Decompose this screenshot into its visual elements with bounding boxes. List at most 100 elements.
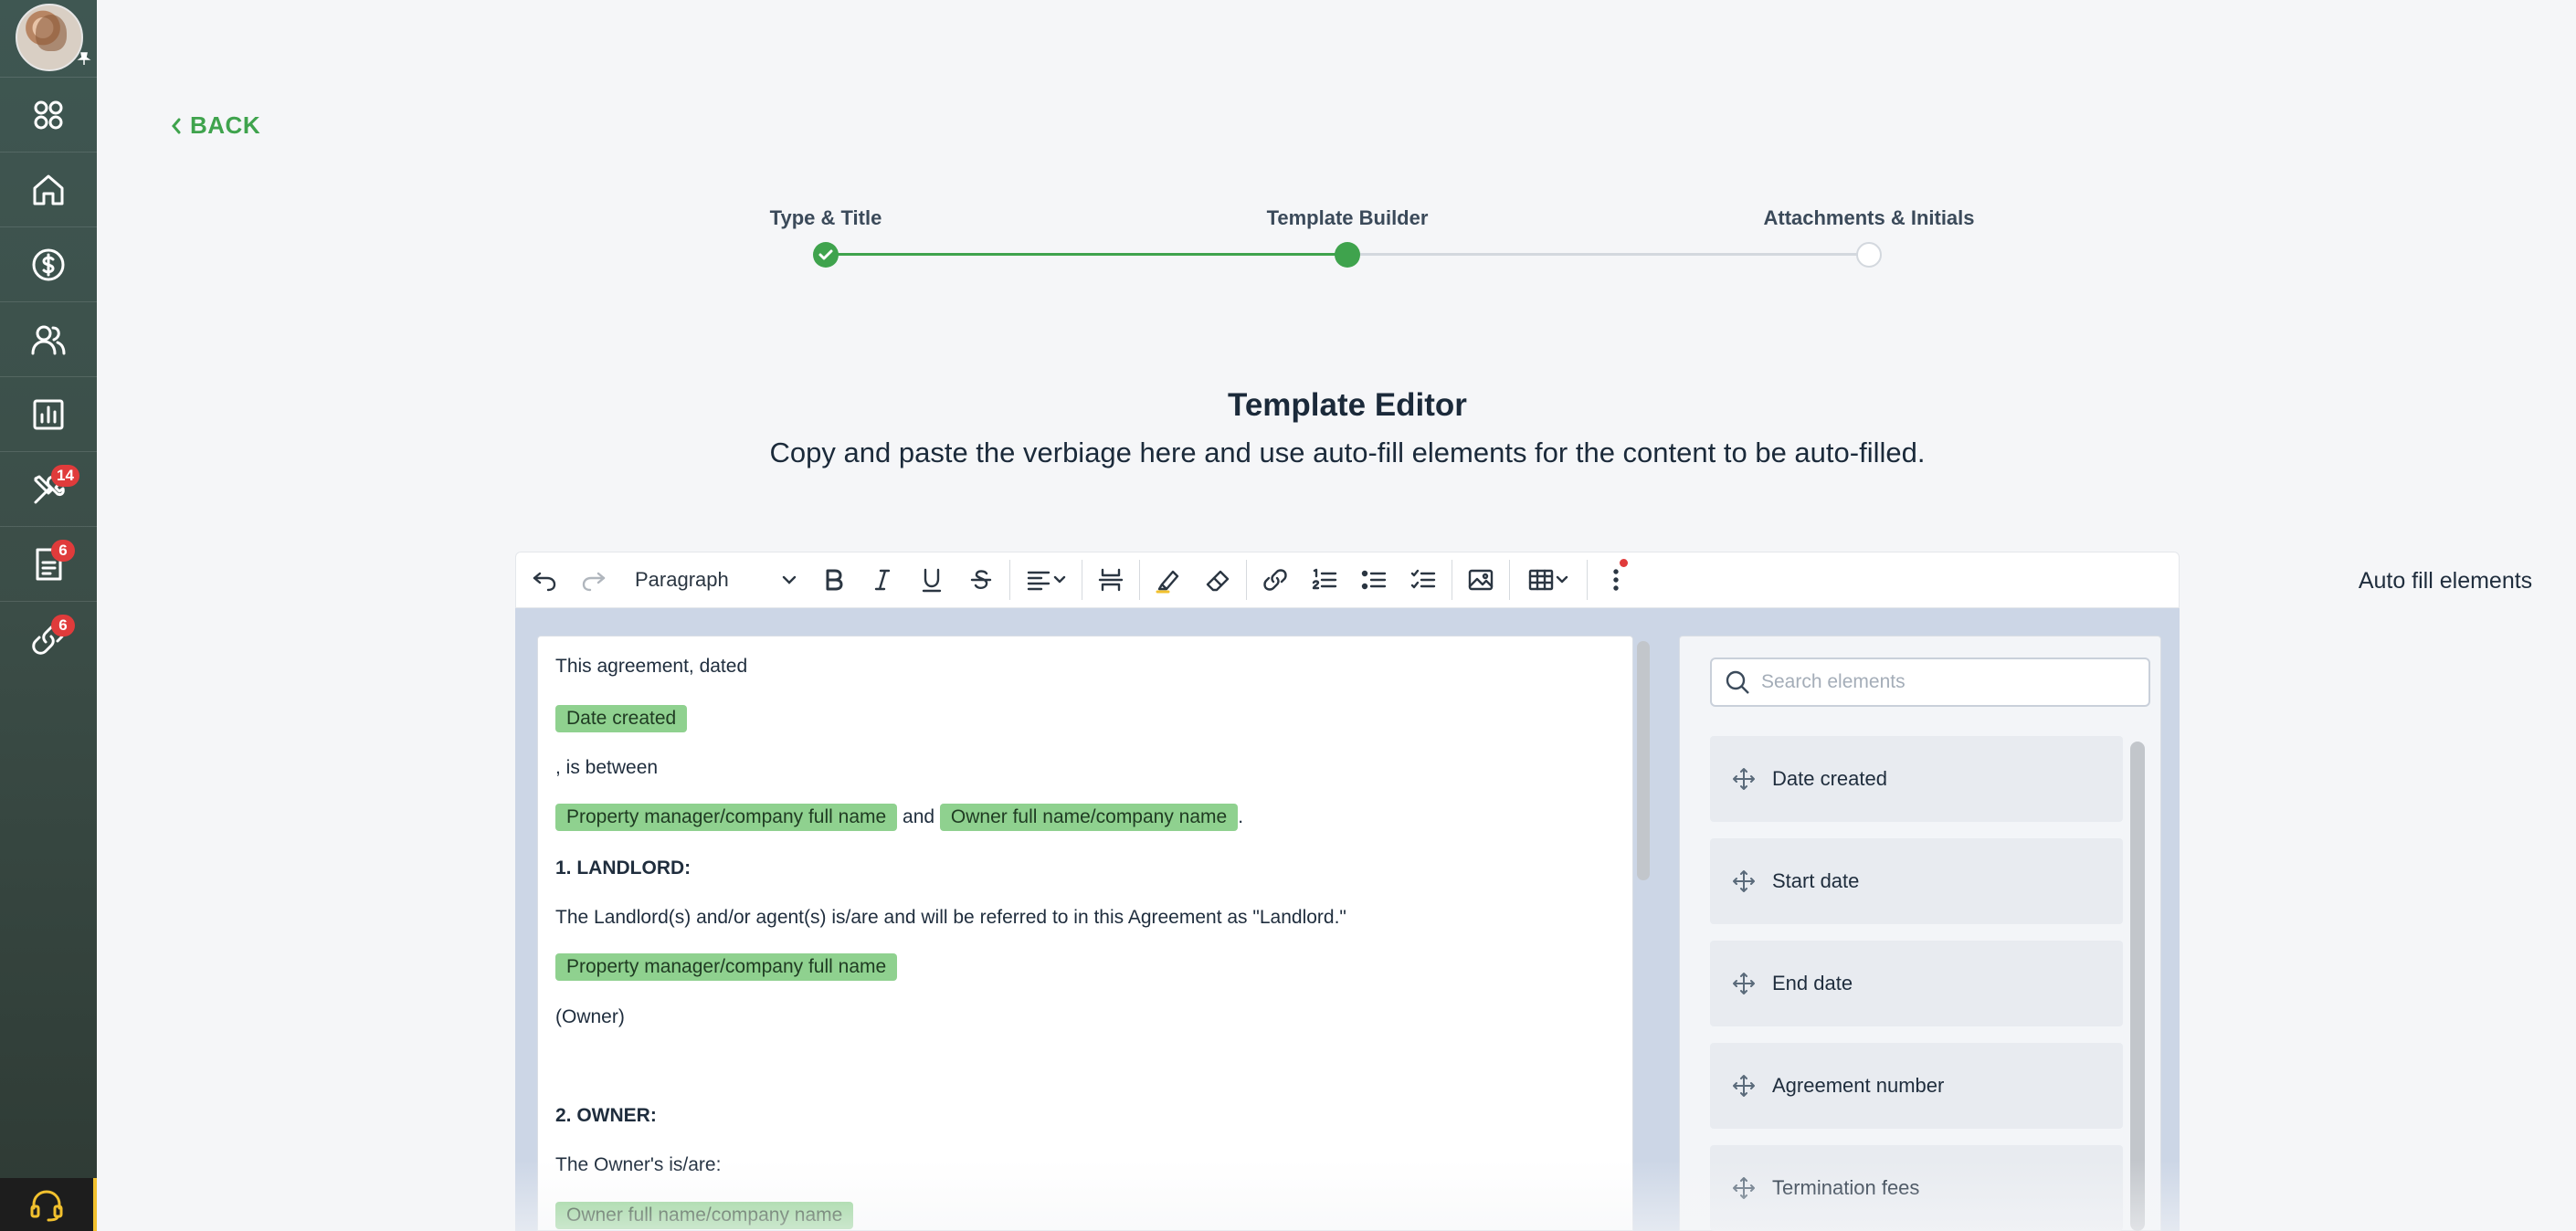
paragraph-style-value: Paragraph xyxy=(635,568,729,591)
back-link[interactable]: BACK xyxy=(170,111,260,140)
eraser-icon xyxy=(1206,570,1230,592)
toolbar-divider xyxy=(1587,560,1588,600)
document-scrollbar[interactable] xyxy=(1637,641,1650,880)
strikethrough-button[interactable] xyxy=(956,552,1006,608)
sidebar-item-finance[interactable] xyxy=(0,226,97,301)
search-input[interactable] xyxy=(1761,671,2127,693)
home-icon xyxy=(33,174,64,205)
insert-table-button[interactable] xyxy=(1514,552,1583,608)
autofill-item-label: End date xyxy=(1772,972,1853,994)
sidebar-item-contacts[interactable] xyxy=(0,301,97,376)
step-complete-check-icon[interactable] xyxy=(813,242,839,268)
bullet-list-icon xyxy=(1361,570,1387,590)
toolbar-divider xyxy=(1509,560,1510,600)
italic-button[interactable] xyxy=(858,552,907,608)
paragraph-style-select[interactable]: Paragraph xyxy=(618,552,808,608)
numbered-list-icon xyxy=(1312,568,1337,590)
autofill-panel xyxy=(1679,636,2161,1231)
toolbar-divider xyxy=(1139,560,1140,600)
step-pending-dot[interactable] xyxy=(1856,242,1882,268)
sidebar-item-links[interactable]: 6 xyxy=(0,601,97,676)
underline-button[interactable] xyxy=(907,552,956,608)
bold-button[interactable] xyxy=(808,552,858,608)
step-current-dot[interactable] xyxy=(1335,242,1360,268)
doc-heading-owner: 2. OWNER: xyxy=(555,1105,657,1126)
search-icon xyxy=(1726,670,1749,694)
underline-icon xyxy=(922,568,942,593)
step-progress-pending xyxy=(1347,253,1869,256)
autofill-item-label: Date created xyxy=(1772,767,1887,790)
chevron-down-icon xyxy=(782,575,797,584)
autofill-panel-title: Auto fill elements xyxy=(2358,567,2533,594)
step-label-template-builder: Template Builder xyxy=(1266,206,1429,229)
toolbar-divider xyxy=(1009,560,1010,600)
doc-text-line: The Owner's is/are: xyxy=(555,1154,722,1175)
doc-text-line: , is between xyxy=(555,757,659,778)
drag-move-icon xyxy=(1733,973,1755,994)
page-break-button[interactable] xyxy=(1086,552,1135,608)
italic-icon xyxy=(874,569,891,591)
more-vertical-icon xyxy=(1613,569,1619,591)
back-label: BACK xyxy=(190,111,261,139)
sidebar-item-home[interactable] xyxy=(0,152,97,226)
sidebar-item-apps[interactable] xyxy=(0,77,97,152)
doc-text-period: . xyxy=(1238,806,1244,827)
avatar[interactable] xyxy=(16,4,83,71)
drag-move-icon xyxy=(1733,768,1755,790)
editor-toolbar: Paragraph Auto fill elements xyxy=(515,552,2532,608)
sidebar-item-documents[interactable]: 6 xyxy=(0,526,97,601)
autofill-item-date-created[interactable]: Date created xyxy=(1710,736,2123,822)
notification-dot xyxy=(1620,559,1628,567)
bullet-list-button[interactable] xyxy=(1349,552,1399,608)
document-editor[interactable] xyxy=(537,636,1633,1231)
search-elements-field[interactable] xyxy=(1710,658,2150,707)
autofill-item-start-date[interactable]: Start date xyxy=(1710,838,2123,924)
doc-text-line: The Landlord(s) and/or agent(s) is/are a… xyxy=(555,907,1346,928)
autofill-item-label: Agreement number xyxy=(1772,1074,1945,1097)
align-left-icon xyxy=(1027,571,1050,591)
doc-autofill-line: Property manager/company full name xyxy=(555,953,898,981)
autofill-item-agreement-number[interactable]: Agreement number xyxy=(1710,1043,2123,1129)
link-button[interactable] xyxy=(1251,552,1300,608)
toolbar-divider xyxy=(1246,560,1247,600)
page-break-icon xyxy=(1098,568,1124,592)
redo-button[interactable] xyxy=(569,552,618,608)
checklist-button[interactable] xyxy=(1399,552,1448,608)
autofill-item-end-date[interactable]: End date xyxy=(1710,941,2123,1026)
autofill-item-label: Termination fees xyxy=(1772,1176,1920,1199)
doc-text-line: (Owner) xyxy=(555,1006,625,1027)
page-title: Template Editor xyxy=(1228,387,1467,423)
page-subtitle: Copy and paste the verbiage here and use… xyxy=(769,437,1926,468)
autofill-scrollbar[interactable] xyxy=(2130,742,2145,1231)
image-icon xyxy=(1468,569,1494,591)
checklist-icon xyxy=(1410,569,1436,589)
undo-button[interactable] xyxy=(520,552,569,608)
chevron-down-icon xyxy=(1556,575,1568,584)
link-icon xyxy=(1263,569,1287,591)
numbered-list-button[interactable] xyxy=(1300,552,1349,608)
support-button[interactable] xyxy=(0,1178,97,1231)
notification-badge: 6 xyxy=(51,540,75,562)
highlight-button[interactable] xyxy=(1144,552,1193,608)
notification-badge: 6 xyxy=(51,615,75,637)
undo-icon xyxy=(533,572,556,592)
doc-autofill-line: Property manager/company full name and O… xyxy=(555,804,1243,831)
autofill-chip-pm-name[interactable]: Property manager/company full name xyxy=(555,953,898,981)
drag-move-icon xyxy=(1733,1177,1755,1199)
more-options-button[interactable] xyxy=(1591,552,1641,608)
table-icon xyxy=(1528,569,1554,591)
drag-move-icon xyxy=(1733,1075,1755,1097)
apps-grid-icon xyxy=(34,100,63,129)
insert-image-button[interactable] xyxy=(1456,552,1505,608)
autofill-chip-owner-name[interactable]: Owner full name/company name xyxy=(555,1202,854,1229)
autofill-item-termination-fees[interactable]: Termination fees xyxy=(1710,1145,2123,1231)
autofill-chip-date-created[interactable]: Date created xyxy=(555,705,688,732)
doc-heading-landlord: 1. LANDLORD: xyxy=(555,857,692,879)
eraser-button[interactable] xyxy=(1193,552,1242,608)
autofill-chip-owner-name[interactable]: Owner full name/company name xyxy=(939,804,1239,831)
autofill-chip-pm-name[interactable]: Property manager/company full name xyxy=(555,804,898,831)
align-button[interactable] xyxy=(1014,552,1078,608)
headset-icon xyxy=(30,1190,63,1222)
strikethrough-icon xyxy=(970,570,992,590)
doc-autofill-line: Date created xyxy=(555,705,688,732)
